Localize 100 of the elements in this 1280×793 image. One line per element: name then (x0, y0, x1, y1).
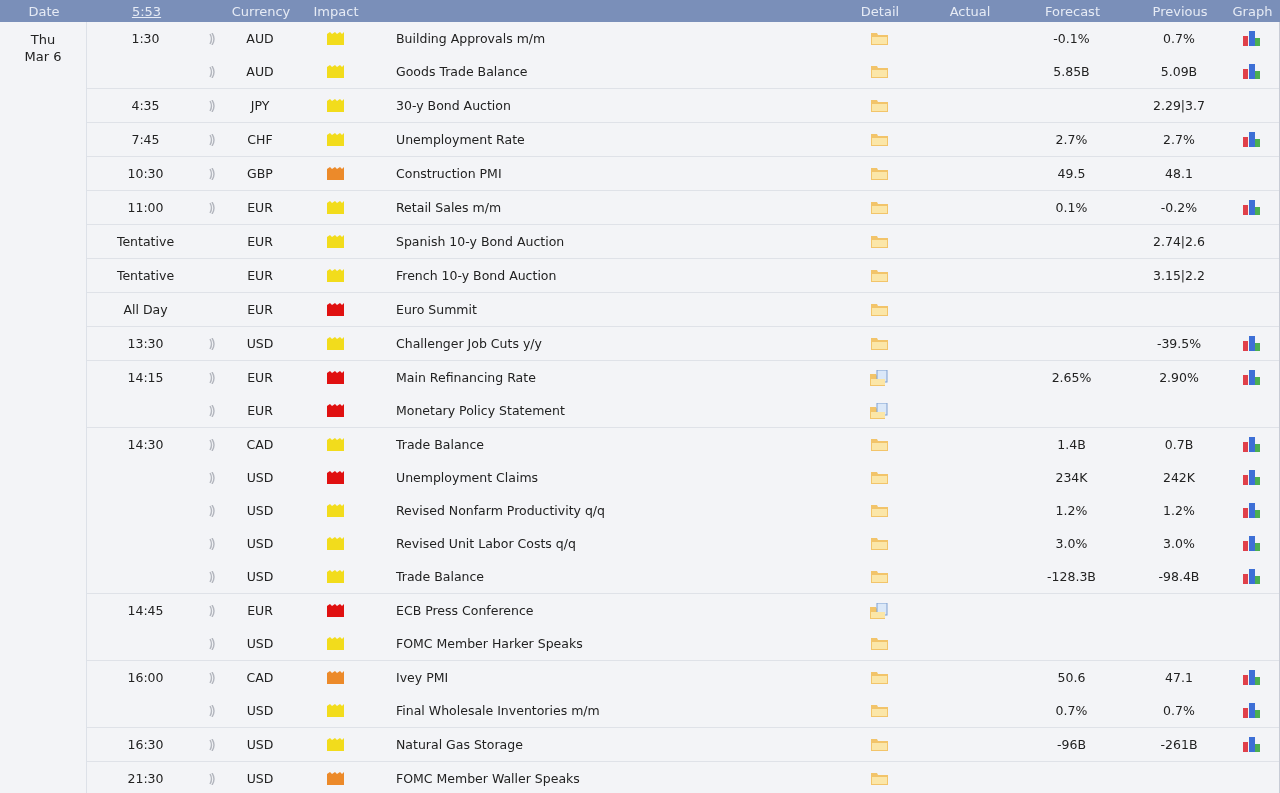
bar-chart-icon[interactable] (1242, 737, 1261, 752)
folder-document-icon[interactable] (869, 602, 889, 619)
sound-icon[interactable] (208, 133, 215, 146)
event-title[interactable]: Ivey PMI (369, 670, 829, 685)
forecast-value: 0.1% (1055, 200, 1088, 215)
event-title[interactable]: Trade Balance (369, 437, 829, 452)
event-title[interactable]: 30-y Bond Auction (369, 98, 829, 113)
folder-icon[interactable] (870, 303, 888, 316)
event-title[interactable]: Trade Balance (369, 569, 829, 584)
folder-icon[interactable] (870, 99, 888, 112)
bar-chart-icon[interactable] (1242, 470, 1261, 485)
currency-code: EUR (247, 268, 273, 283)
folder-icon[interactable] (870, 738, 888, 751)
event-title[interactable]: Euro Summit (369, 302, 829, 317)
event-title[interactable]: Unemployment Claims (369, 470, 829, 485)
folder-icon[interactable] (870, 772, 888, 785)
event-time: 1:30 (131, 31, 160, 46)
currency-code: EUR (247, 234, 273, 249)
bar-chart-icon[interactable] (1242, 503, 1261, 518)
currency-code: USD (246, 569, 274, 584)
currency-code: USD (246, 336, 274, 351)
sound-icon[interactable] (208, 371, 215, 384)
folder-icon[interactable] (870, 65, 888, 78)
event-title[interactable]: Final Wholesale Inventories m/m (369, 703, 829, 718)
event-title[interactable]: Revised Unit Labor Costs q/q (369, 536, 829, 551)
sound-icon[interactable] (208, 471, 215, 484)
sound-icon[interactable] (208, 167, 215, 180)
bar-chart-icon[interactable] (1242, 536, 1261, 551)
sound-icon[interactable] (208, 404, 215, 417)
bar-chart-icon[interactable] (1242, 31, 1261, 46)
event-title[interactable]: Construction PMI (369, 166, 829, 181)
event-time: 14:45 (127, 603, 164, 618)
folder-icon[interactable] (870, 504, 888, 517)
folder-document-icon[interactable] (869, 369, 889, 386)
event-title[interactable]: FOMC Member Harker Speaks (369, 636, 829, 651)
previous-value: 2.29|3.7 (1153, 98, 1205, 113)
folder-icon[interactable] (870, 32, 888, 45)
event-title[interactable]: Unemployment Rate (369, 132, 829, 147)
sound-icon[interactable] (208, 201, 215, 214)
folder-icon[interactable] (870, 637, 888, 650)
bar-chart-icon[interactable] (1242, 64, 1261, 79)
bar-chart-icon[interactable] (1242, 670, 1261, 685)
currency-code: EUR (247, 302, 273, 317)
event-time: 13:30 (127, 336, 164, 351)
previous-value: 0.7% (1163, 31, 1195, 46)
folder-icon[interactable] (870, 570, 888, 583)
sound-icon[interactable] (208, 65, 215, 78)
sound-icon[interactable] (208, 772, 215, 785)
event-title[interactable]: Monetary Policy Statement (369, 403, 829, 418)
sound-icon[interactable] (208, 671, 215, 684)
forecast-value: 1.2% (1055, 503, 1088, 518)
sound-icon[interactable] (208, 99, 215, 112)
bar-chart-icon[interactable] (1242, 569, 1261, 584)
bar-chart-icon[interactable] (1242, 336, 1261, 351)
folder-icon[interactable] (870, 471, 888, 484)
event-title[interactable]: Main Refinancing Rate (369, 370, 829, 385)
event-title[interactable]: Spanish 10-y Bond Auction (369, 234, 829, 249)
event-title[interactable]: French 10-y Bond Auction (369, 268, 829, 283)
column-header: Currency (230, 3, 292, 19)
event-title[interactable]: Challenger Job Cuts y/y (369, 336, 829, 351)
bar-chart-icon[interactable] (1242, 437, 1261, 452)
folder-icon[interactable] (870, 537, 888, 550)
event-title[interactable]: Retail Sales m/m (369, 200, 829, 215)
event-title[interactable]: FOMC Member Waller Speaks (369, 771, 829, 786)
folder-document-icon[interactable] (869, 402, 889, 419)
sound-icon[interactable] (208, 637, 215, 650)
forecast-value: 3.0% (1055, 536, 1088, 551)
event-title[interactable]: Natural Gas Storage (369, 737, 829, 752)
folder-icon[interactable] (870, 337, 888, 350)
currency-code: USD (246, 703, 274, 718)
event-title[interactable]: Goods Trade Balance (369, 64, 829, 79)
event-title[interactable]: Building Approvals m/m (369, 31, 829, 46)
sound-icon[interactable] (208, 738, 215, 751)
folder-icon[interactable] (870, 438, 888, 451)
event-title[interactable]: ECB Press Conference (369, 603, 829, 618)
previous-value: 48.1 (1165, 166, 1193, 181)
folder-icon[interactable] (870, 201, 888, 214)
bar-chart-icon[interactable] (1242, 703, 1261, 718)
sound-icon[interactable] (208, 337, 215, 350)
bar-chart-icon[interactable] (1242, 200, 1261, 215)
bar-chart-icon[interactable] (1242, 132, 1261, 147)
folder-icon[interactable] (870, 167, 888, 180)
sound-icon[interactable] (208, 438, 215, 451)
sound-icon[interactable] (208, 704, 215, 717)
sound-icon[interactable] (208, 604, 215, 617)
sound-icon[interactable] (208, 570, 215, 583)
event-title[interactable]: Revised Nonfarm Productivity q/q (369, 503, 829, 518)
currency-code: USD (246, 771, 274, 786)
folder-icon[interactable] (870, 133, 888, 146)
currency-code: CAD (246, 437, 274, 452)
folder-icon[interactable] (870, 269, 888, 282)
sound-icon[interactable] (208, 537, 215, 550)
bar-chart-icon[interactable] (1242, 370, 1261, 385)
sound-icon[interactable] (208, 32, 215, 45)
folder-icon[interactable] (870, 235, 888, 248)
previous-value: -98.4B (1158, 569, 1200, 584)
event-time: 10:30 (127, 166, 164, 181)
folder-icon[interactable] (870, 704, 888, 717)
folder-icon[interactable] (870, 671, 888, 684)
sound-icon[interactable] (208, 504, 215, 517)
